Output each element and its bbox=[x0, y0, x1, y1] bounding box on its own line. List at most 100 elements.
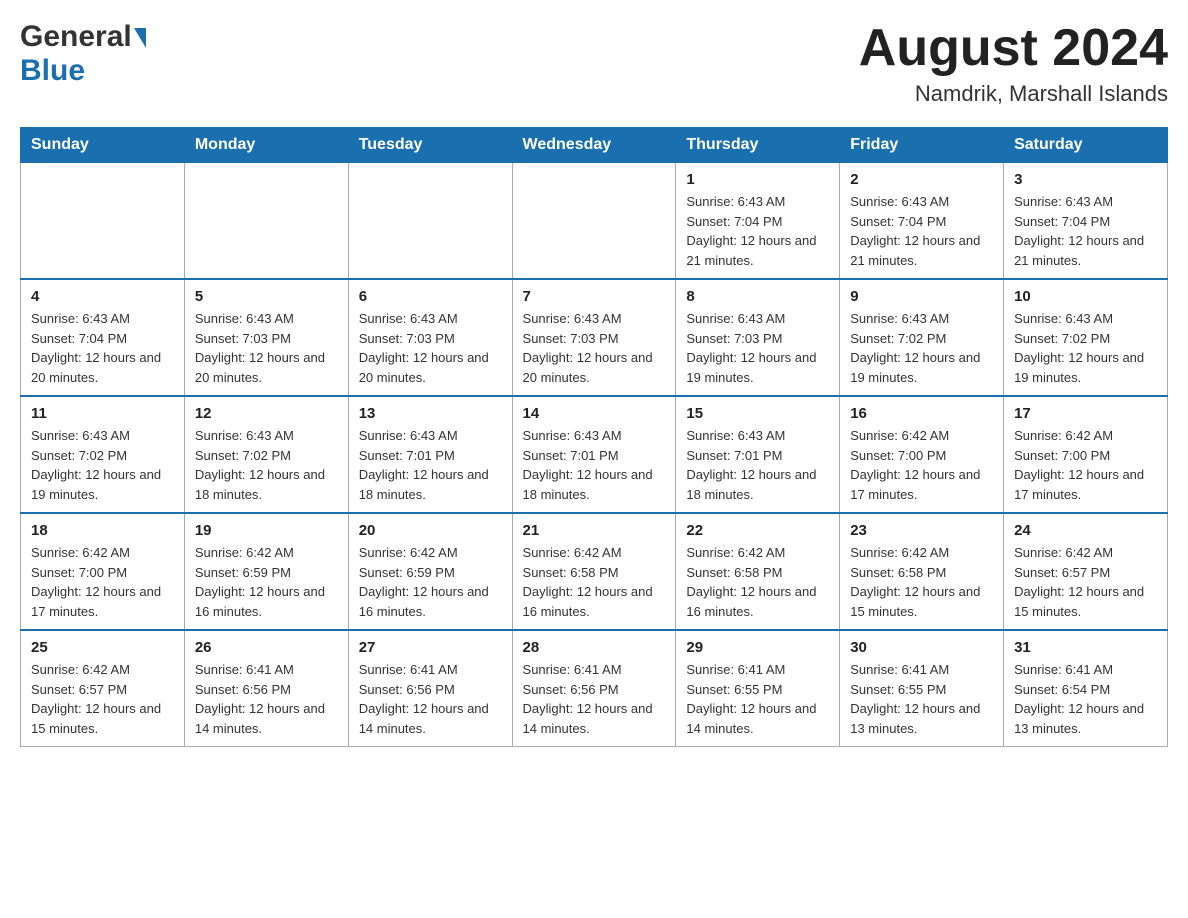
table-row: 1 Sunrise: 6:43 AMSunset: 7:04 PMDaylight… bbox=[676, 163, 840, 280]
table-row: 3 Sunrise: 6:43 AMSunset: 7:04 PMDaylight… bbox=[1004, 163, 1168, 280]
day-number: 12 bbox=[195, 405, 338, 422]
month-title: August 2024 bbox=[859, 20, 1168, 77]
day-number: 11 bbox=[31, 405, 174, 422]
day-number: 29 bbox=[686, 639, 829, 656]
day-number: 5 bbox=[195, 288, 338, 305]
table-row: 13 Sunrise: 6:43 AMSunset: 7:01 PMDayligh… bbox=[348, 396, 512, 513]
header-thursday: Thursday bbox=[676, 128, 840, 163]
logo-blue-text: Blue bbox=[20, 54, 85, 87]
table-row: 4 Sunrise: 6:43 AMSunset: 7:04 PMDaylight… bbox=[21, 279, 185, 396]
table-row: 7 Sunrise: 6:43 AMSunset: 7:03 PMDaylight… bbox=[512, 279, 676, 396]
table-row: 17 Sunrise: 6:42 AMSunset: 7:00 PMDayligh… bbox=[1004, 396, 1168, 513]
page-header: General Blue August 2024 Namdrik, Marsha… bbox=[20, 20, 1168, 107]
day-number: 3 bbox=[1014, 171, 1157, 188]
table-row: 9Sunrise: 6:43 AMSunset: 7:02 PMDaylight… bbox=[840, 279, 1004, 396]
table-row: 22 Sunrise: 6:42 AMSunset: 6:58 PMDayligh… bbox=[676, 513, 840, 630]
day-number: 26 bbox=[195, 639, 338, 656]
table-row: 18Sunrise: 6:42 AMSunset: 7:00 PMDayligh… bbox=[21, 513, 185, 630]
day-info: Sunrise: 6:41 AMSunset: 6:55 PMDaylight:… bbox=[686, 660, 829, 738]
day-info: Sunrise: 6:43 AMSunset: 7:01 PMDaylight:… bbox=[523, 426, 666, 504]
day-info: Sunrise: 6:42 AMSunset: 6:58 PMDaylight:… bbox=[523, 543, 666, 621]
day-number: 17 bbox=[1014, 405, 1157, 422]
day-info: Sunrise: 6:43 AMSunset: 7:02 PMDaylight:… bbox=[850, 309, 993, 387]
day-info: Sunrise: 6:43 AMSunset: 7:04 PMDaylight:… bbox=[686, 192, 829, 270]
logo-arrow-icon bbox=[134, 28, 146, 48]
day-info: Sunrise: 6:43 AMSunset: 7:01 PMDaylight:… bbox=[359, 426, 502, 504]
table-row bbox=[21, 163, 185, 280]
table-row: 25 Sunrise: 6:42 AMSunset: 6:57 PMDayligh… bbox=[21, 630, 185, 747]
header-friday: Friday bbox=[840, 128, 1004, 163]
day-number: 16 bbox=[850, 405, 993, 422]
calendar-week-row: 1 Sunrise: 6:43 AMSunset: 7:04 PMDaylight… bbox=[21, 163, 1168, 280]
day-info: Sunrise: 6:42 AMSunset: 6:57 PMDaylight:… bbox=[31, 660, 174, 738]
day-info: Sunrise: 6:41 AMSunset: 6:54 PMDaylight:… bbox=[1014, 660, 1157, 738]
day-number: 4 bbox=[31, 288, 174, 305]
table-row bbox=[512, 163, 676, 280]
day-info: Sunrise: 6:42 AMSunset: 7:00 PMDaylight:… bbox=[1014, 426, 1157, 504]
table-row: 23Sunrise: 6:42 AMSunset: 6:58 PMDayligh… bbox=[840, 513, 1004, 630]
day-info: Sunrise: 6:42 AMSunset: 6:59 PMDaylight:… bbox=[359, 543, 502, 621]
day-info: Sunrise: 6:43 AMSunset: 7:02 PMDaylight:… bbox=[195, 426, 338, 504]
day-number: 30 bbox=[850, 639, 993, 656]
header-tuesday: Tuesday bbox=[348, 128, 512, 163]
table-row: 30Sunrise: 6:41 AMSunset: 6:55 PMDayligh… bbox=[840, 630, 1004, 747]
table-row: 11 Sunrise: 6:43 AMSunset: 7:02 PMDayligh… bbox=[21, 396, 185, 513]
day-number: 27 bbox=[359, 639, 502, 656]
header-monday: Monday bbox=[184, 128, 348, 163]
day-number: 28 bbox=[523, 639, 666, 656]
day-info: Sunrise: 6:43 AMSunset: 7:02 PMDaylight:… bbox=[31, 426, 174, 504]
header-saturday: Saturday bbox=[1004, 128, 1168, 163]
table-row: 26Sunrise: 6:41 AMSunset: 6:56 PMDayligh… bbox=[184, 630, 348, 747]
calendar-week-row: 4 Sunrise: 6:43 AMSunset: 7:04 PMDaylight… bbox=[21, 279, 1168, 396]
day-info: Sunrise: 6:42 AMSunset: 6:57 PMDaylight:… bbox=[1014, 543, 1157, 621]
day-number: 2 bbox=[850, 171, 993, 188]
table-row: 15 Sunrise: 6:43 AMSunset: 7:01 PMDayligh… bbox=[676, 396, 840, 513]
day-info: Sunrise: 6:43 AMSunset: 7:01 PMDaylight:… bbox=[686, 426, 829, 504]
logo: General Blue bbox=[20, 20, 146, 88]
location-title: Namdrik, Marshall Islands bbox=[859, 81, 1168, 107]
day-info: Sunrise: 6:43 AMSunset: 7:02 PMDaylight:… bbox=[1014, 309, 1157, 387]
day-info: Sunrise: 6:42 AMSunset: 6:58 PMDaylight:… bbox=[686, 543, 829, 621]
logo-general-text: General bbox=[20, 20, 132, 54]
table-row: 2 Sunrise: 6:43 AMSunset: 7:04 PMDaylight… bbox=[840, 163, 1004, 280]
day-info: Sunrise: 6:42 AMSunset: 6:59 PMDaylight:… bbox=[195, 543, 338, 621]
day-number: 24 bbox=[1014, 522, 1157, 539]
day-number: 10 bbox=[1014, 288, 1157, 305]
calendar-table: Sunday Monday Tuesday Wednesday Thursday… bbox=[20, 127, 1168, 747]
day-number: 1 bbox=[686, 171, 829, 188]
day-info: Sunrise: 6:43 AMSunset: 7:04 PMDaylight:… bbox=[31, 309, 174, 387]
day-number: 19 bbox=[195, 522, 338, 539]
day-number: 7 bbox=[523, 288, 666, 305]
day-number: 23 bbox=[850, 522, 993, 539]
header-wednesday: Wednesday bbox=[512, 128, 676, 163]
day-info: Sunrise: 6:43 AMSunset: 7:03 PMDaylight:… bbox=[195, 309, 338, 387]
day-number: 14 bbox=[523, 405, 666, 422]
day-number: 6 bbox=[359, 288, 502, 305]
day-info: Sunrise: 6:43 AMSunset: 7:03 PMDaylight:… bbox=[686, 309, 829, 387]
table-row: 10 Sunrise: 6:43 AMSunset: 7:02 PMDayligh… bbox=[1004, 279, 1168, 396]
table-row: 21 Sunrise: 6:42 AMSunset: 6:58 PMDayligh… bbox=[512, 513, 676, 630]
table-row: 6 Sunrise: 6:43 AMSunset: 7:03 PMDaylight… bbox=[348, 279, 512, 396]
day-info: Sunrise: 6:42 AMSunset: 7:00 PMDaylight:… bbox=[31, 543, 174, 621]
table-row: 12 Sunrise: 6:43 AMSunset: 7:02 PMDayligh… bbox=[184, 396, 348, 513]
day-info: Sunrise: 6:43 AMSunset: 7:04 PMDaylight:… bbox=[1014, 192, 1157, 270]
day-info: Sunrise: 6:42 AMSunset: 7:00 PMDaylight:… bbox=[850, 426, 993, 504]
day-number: 15 bbox=[686, 405, 829, 422]
table-row bbox=[348, 163, 512, 280]
day-number: 22 bbox=[686, 522, 829, 539]
day-info: Sunrise: 6:43 AMSunset: 7:03 PMDaylight:… bbox=[523, 309, 666, 387]
table-row: 29 Sunrise: 6:41 AMSunset: 6:55 PMDayligh… bbox=[676, 630, 840, 747]
day-info: Sunrise: 6:43 AMSunset: 7:03 PMDaylight:… bbox=[359, 309, 502, 387]
title-block: August 2024 Namdrik, Marshall Islands bbox=[859, 20, 1168, 107]
day-number: 21 bbox=[523, 522, 666, 539]
day-number: 20 bbox=[359, 522, 502, 539]
table-row: 8Sunrise: 6:43 AMSunset: 7:03 PMDaylight… bbox=[676, 279, 840, 396]
table-row: 27Sunrise: 6:41 AMSunset: 6:56 PMDayligh… bbox=[348, 630, 512, 747]
day-number: 25 bbox=[31, 639, 174, 656]
day-number: 31 bbox=[1014, 639, 1157, 656]
table-row: 5 Sunrise: 6:43 AMSunset: 7:03 PMDaylight… bbox=[184, 279, 348, 396]
calendar-week-row: 11 Sunrise: 6:43 AMSunset: 7:02 PMDayligh… bbox=[21, 396, 1168, 513]
table-row: 20 Sunrise: 6:42 AMSunset: 6:59 PMDayligh… bbox=[348, 513, 512, 630]
day-number: 13 bbox=[359, 405, 502, 422]
day-info: Sunrise: 6:43 AMSunset: 7:04 PMDaylight:… bbox=[850, 192, 993, 270]
